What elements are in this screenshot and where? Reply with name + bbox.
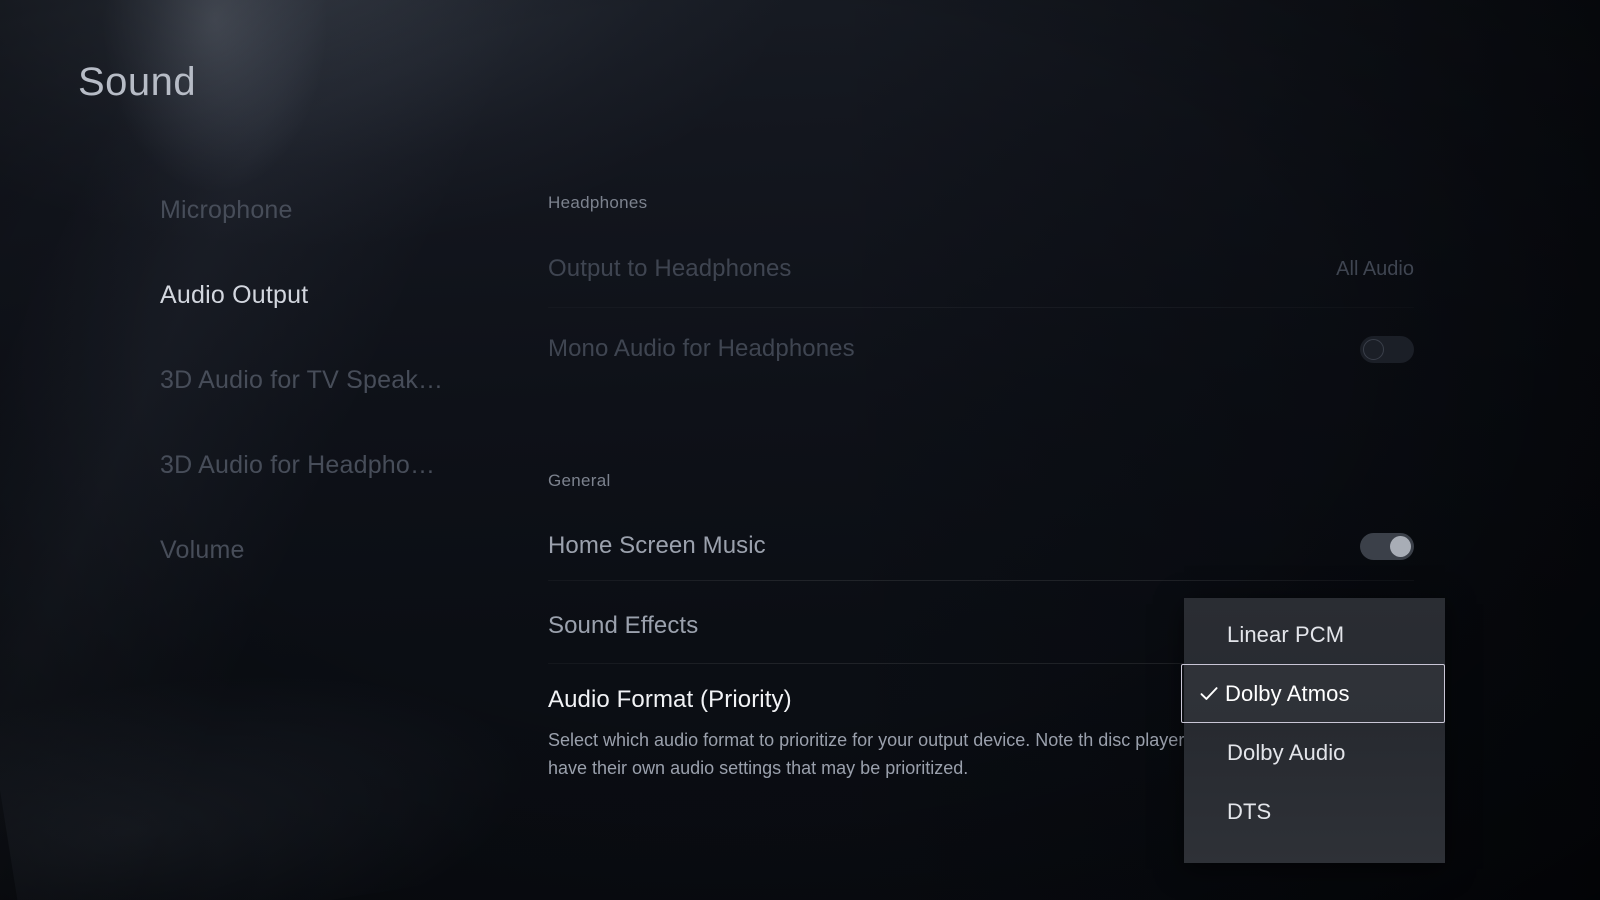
toggle-knob [1363,338,1384,360]
audio-format-description: Select which audio format to prioritize … [548,730,1189,778]
toggle-knob [1390,535,1411,557]
sidebar-item-label: 3D Audio for Headpho… [160,451,436,479]
dropdown-option-linear-pcm[interactable]: Linear PCM [1184,605,1445,664]
dropdown-option-dolby-atmos[interactable]: Dolby Atmos [1181,664,1445,723]
setting-value: All Audio [1336,257,1414,280]
toggle-home-screen-music[interactable] [1360,532,1414,560]
sidebar-item-label: Microphone [160,196,293,224]
page-title: Sound [78,60,197,104]
check-icon [1198,682,1220,704]
dropdown-option-label: Linear PCM [1227,621,1345,647]
setting-row-output-to-headphones[interactable]: Output to Headphones All Audio [548,233,1414,305]
setting-label: Mono Audio for Headphones [548,335,855,362]
sidebar-item-audio-output[interactable]: Audio Output [160,253,490,338]
dropdown-option-label: DTS [1227,798,1272,824]
dropdown-option-dts[interactable]: DTS [1184,782,1445,841]
dropdown-option-dolby-audio[interactable]: Dolby Audio [1184,723,1445,782]
divider [548,307,1414,308]
setting-label: Output to Headphones [548,255,792,282]
setting-label: Sound Effects [548,612,699,639]
divider [548,580,1414,581]
sidebar-item-3d-audio-headphones[interactable]: 3D Audio for Headpho… [160,423,490,508]
sidebar-item-label: Audio Output [160,281,309,309]
audio-format-dropdown[interactable]: Linear PCM Dolby Atmos Dolby Audio DTS [1181,598,1445,863]
settings-sidebar: Microphone Audio Output 3D Audio for TV … [160,168,490,593]
setting-label: Home Screen Music [548,532,766,559]
dropdown-option-label: Dolby Audio [1227,739,1346,765]
section-heading-headphones: Headphones [548,193,648,212]
sidebar-item-label: 3D Audio for TV Speak… [160,366,444,394]
sidebar-item-3d-audio-tv[interactable]: 3D Audio for TV Speak… [160,338,490,423]
toggle-mono-audio-for-headphones[interactable] [1360,335,1414,363]
sidebar-item-volume[interactable]: Volume [160,508,490,593]
dropdown-option-label: Dolby Atmos [1225,680,1350,706]
sidebar-item-microphone[interactable]: Microphone [160,168,490,253]
setting-row-mono-audio-for-headphones[interactable]: Mono Audio for Headphones [548,313,1414,385]
sidebar-item-label: Volume [160,536,245,564]
setting-row-home-screen-music[interactable]: Home Screen Music [548,510,1414,582]
ps5-sound-settings-screen: Sound Microphone Audio Output 3D Audio f… [0,0,1600,900]
section-heading-general: General [548,471,611,490]
